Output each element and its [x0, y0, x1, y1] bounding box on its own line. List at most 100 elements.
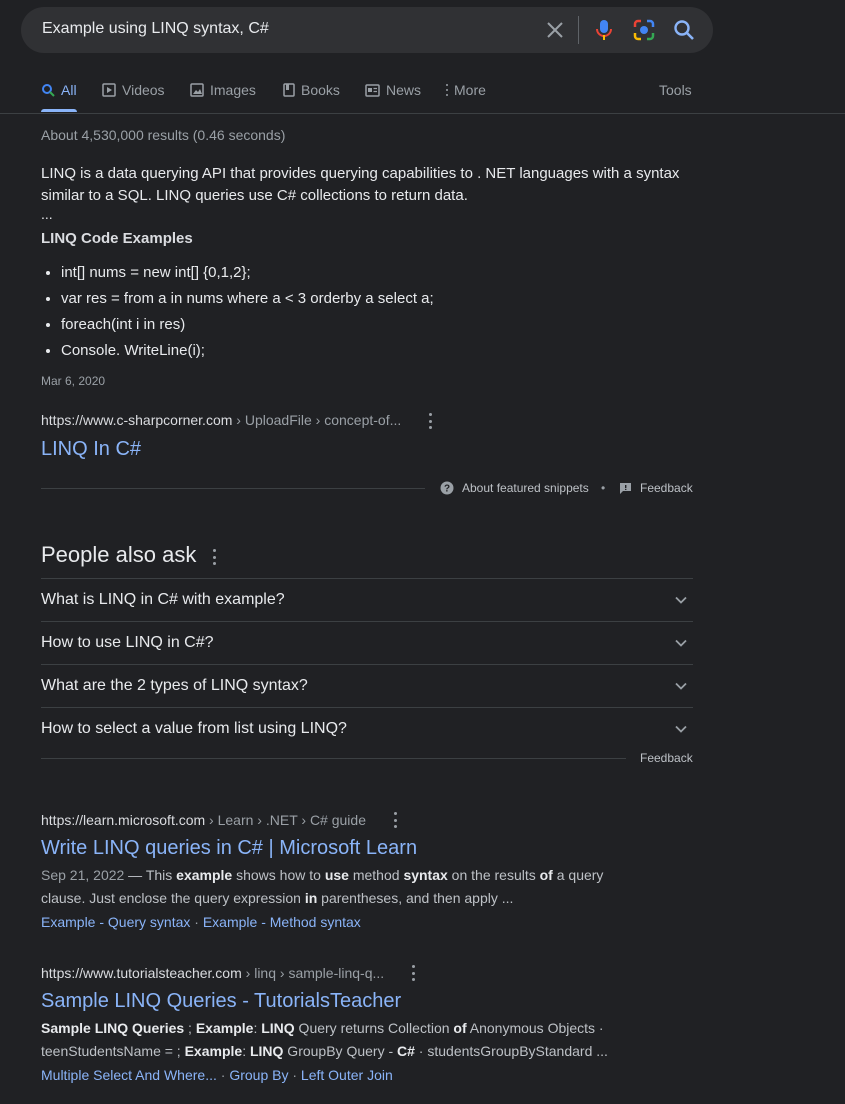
tab-all[interactable]: All: [41, 82, 77, 98]
tools-button[interactable]: Tools: [659, 82, 692, 98]
desc-text: Query returns Collection: [294, 1020, 454, 1036]
tab-label: Images: [210, 82, 256, 98]
result-title-link[interactable]: Sample LINQ Queries - TutorialsTeacher: [41, 990, 401, 1013]
chevron-down-icon: [675, 682, 687, 690]
about-featured-snippets[interactable]: ? About featured snippets: [440, 481, 589, 495]
url-path: › Learn › .NET › C# guide: [205, 812, 366, 828]
svg-text:?: ?: [444, 484, 450, 495]
search-icon: [42, 84, 55, 97]
desc-bold: of: [453, 1020, 467, 1036]
more-vert-icon[interactable]: [411, 965, 415, 981]
snippet-list: int[] nums = new int[] {0,1,2}; var res …: [41, 262, 434, 366]
camera-lens-icon[interactable]: [633, 19, 655, 41]
book-icon: [283, 83, 295, 97]
snippet-divider: [41, 488, 425, 489]
desc-bold: example: [176, 867, 233, 883]
result-sitelinks: Example - Query syntax · Example - Metho…: [41, 914, 361, 930]
desc-bold: C#: [397, 1043, 415, 1059]
desc-bold: Example: [184, 1043, 243, 1059]
tab-label: News: [386, 82, 422, 98]
desc-text: method: [348, 867, 404, 883]
url-domain: https://www.c-sharpcorner.com: [41, 412, 233, 428]
paa-question[interactable]: How to use LINQ in C#?: [41, 621, 693, 665]
tab-images[interactable]: Images: [190, 82, 256, 98]
snippet-source-url[interactable]: https://www.c-sharpcorner.com › UploadFi…: [41, 412, 401, 428]
dash: —: [124, 867, 146, 883]
paa-question-text: How to select a value from list using LI…: [41, 720, 347, 737]
paa-question-text: How to use LINQ in C#?: [41, 634, 214, 651]
desc-bold: of: [539, 867, 553, 883]
search-icon[interactable]: [673, 19, 695, 41]
desc-text: shows how to: [232, 867, 325, 883]
feedback-icon: [620, 482, 631, 494]
paa-question[interactable]: How to select a value from list using LI…: [41, 707, 693, 751]
desc-text: ;: [184, 1020, 196, 1036]
result-title-link[interactable]: Write LINQ queries in C# | Microsoft Lea…: [41, 837, 417, 860]
paa-question[interactable]: What is LINQ in C# with example?: [41, 578, 693, 622]
more-vert-icon[interactable]: [393, 812, 397, 828]
tab-label: All: [61, 82, 77, 98]
desc-text: · studentsGroupByStandard ...: [414, 1043, 608, 1059]
result-url[interactable]: https://www.tutorialsteacher.com › linq …: [41, 965, 384, 981]
desc-bold: LINQ: [261, 1020, 295, 1036]
desc-text: :: [242, 1043, 250, 1059]
tab-books[interactable]: Books: [283, 82, 340, 98]
more-vert-icon[interactable]: [428, 413, 432, 429]
paa-feedback-link[interactable]: Feedback: [640, 751, 693, 765]
list-item: var res = from a in nums where a < 3 ord…: [61, 288, 434, 314]
url-domain: https://learn.microsoft.com: [41, 812, 206, 828]
sitelink[interactable]: Example - Method syntax: [203, 914, 361, 930]
help-icon: ?: [440, 481, 454, 495]
image-icon: [190, 83, 204, 97]
desc-bold: in: [304, 890, 318, 906]
bullet-separator: •: [601, 481, 606, 495]
clear-icon[interactable]: [545, 20, 565, 40]
video-icon: [102, 83, 116, 97]
people-also-ask-title: People also ask: [41, 542, 197, 567]
snippet-title-link[interactable]: LINQ In C#: [41, 438, 141, 461]
tools-label: Tools: [659, 82, 692, 98]
list-item: foreach(int i in res): [61, 314, 434, 340]
chevron-down-icon: [675, 725, 687, 733]
sitelink[interactable]: Left Outer Join: [301, 1067, 393, 1083]
chevron-down-icon: [675, 639, 687, 647]
url-path: › linq › sample-linq-q...: [241, 965, 385, 981]
tab-news[interactable]: News: [365, 82, 421, 98]
feedback-link[interactable]: Feedback: [619, 481, 693, 495]
desc-bold: use: [324, 867, 349, 883]
result-description: Sep 21, 2022 — This example shows how to…: [41, 864, 611, 910]
search-divider: [578, 16, 579, 44]
microphone-icon[interactable]: [595, 19, 613, 41]
result-description: Sample LINQ Queries ; Example: LINQ Quer…: [41, 1017, 621, 1063]
result-stats: About 4,530,000 results (0.46 seconds): [41, 127, 286, 143]
result-date: Sep 21, 2022: [41, 867, 125, 883]
desc-bold: Sample LINQ Queries: [41, 1020, 185, 1036]
desc-text: on the results: [447, 867, 540, 883]
chevron-down-icon: [675, 596, 687, 604]
tab-label: Videos: [122, 82, 165, 98]
snippet-ellipsis: ...: [41, 206, 53, 222]
tab-more[interactable]: More: [445, 82, 486, 98]
sitelink[interactable]: Example - Query syntax: [41, 914, 190, 930]
tab-label: Books: [301, 82, 340, 98]
feedback-label: Feedback: [640, 481, 693, 495]
tabs-divider: [0, 113, 845, 114]
more-vert-icon: [445, 84, 448, 96]
paa-question-text: What is LINQ in C# with example?: [41, 591, 285, 608]
paa-question[interactable]: What are the 2 types of LINQ syntax?: [41, 664, 693, 708]
url-domain: https://www.tutorialsteacher.com: [41, 965, 242, 981]
url-path: › UploadFile › concept-of...: [232, 412, 402, 428]
sitelink[interactable]: Multiple Select And Where...: [41, 1067, 217, 1083]
list-item: Console. WriteLine(i);: [61, 340, 434, 366]
search-input[interactable]: Example using LINQ syntax, C#: [42, 20, 269, 38]
desc-text: GroupBy Query -: [283, 1043, 398, 1059]
news-icon: [365, 83, 380, 97]
tab-label: More: [454, 82, 486, 98]
result-sitelinks: Multiple Select And Where... · Group By …: [41, 1067, 393, 1083]
result-url[interactable]: https://learn.microsoft.com › Learn › .N…: [41, 812, 366, 828]
sitelink[interactable]: Group By: [229, 1067, 288, 1083]
more-vert-icon[interactable]: [212, 549, 216, 565]
about-snippets-label: About featured snippets: [462, 481, 589, 495]
tab-videos[interactable]: Videos: [102, 82, 165, 98]
paa-divider: [41, 758, 626, 759]
